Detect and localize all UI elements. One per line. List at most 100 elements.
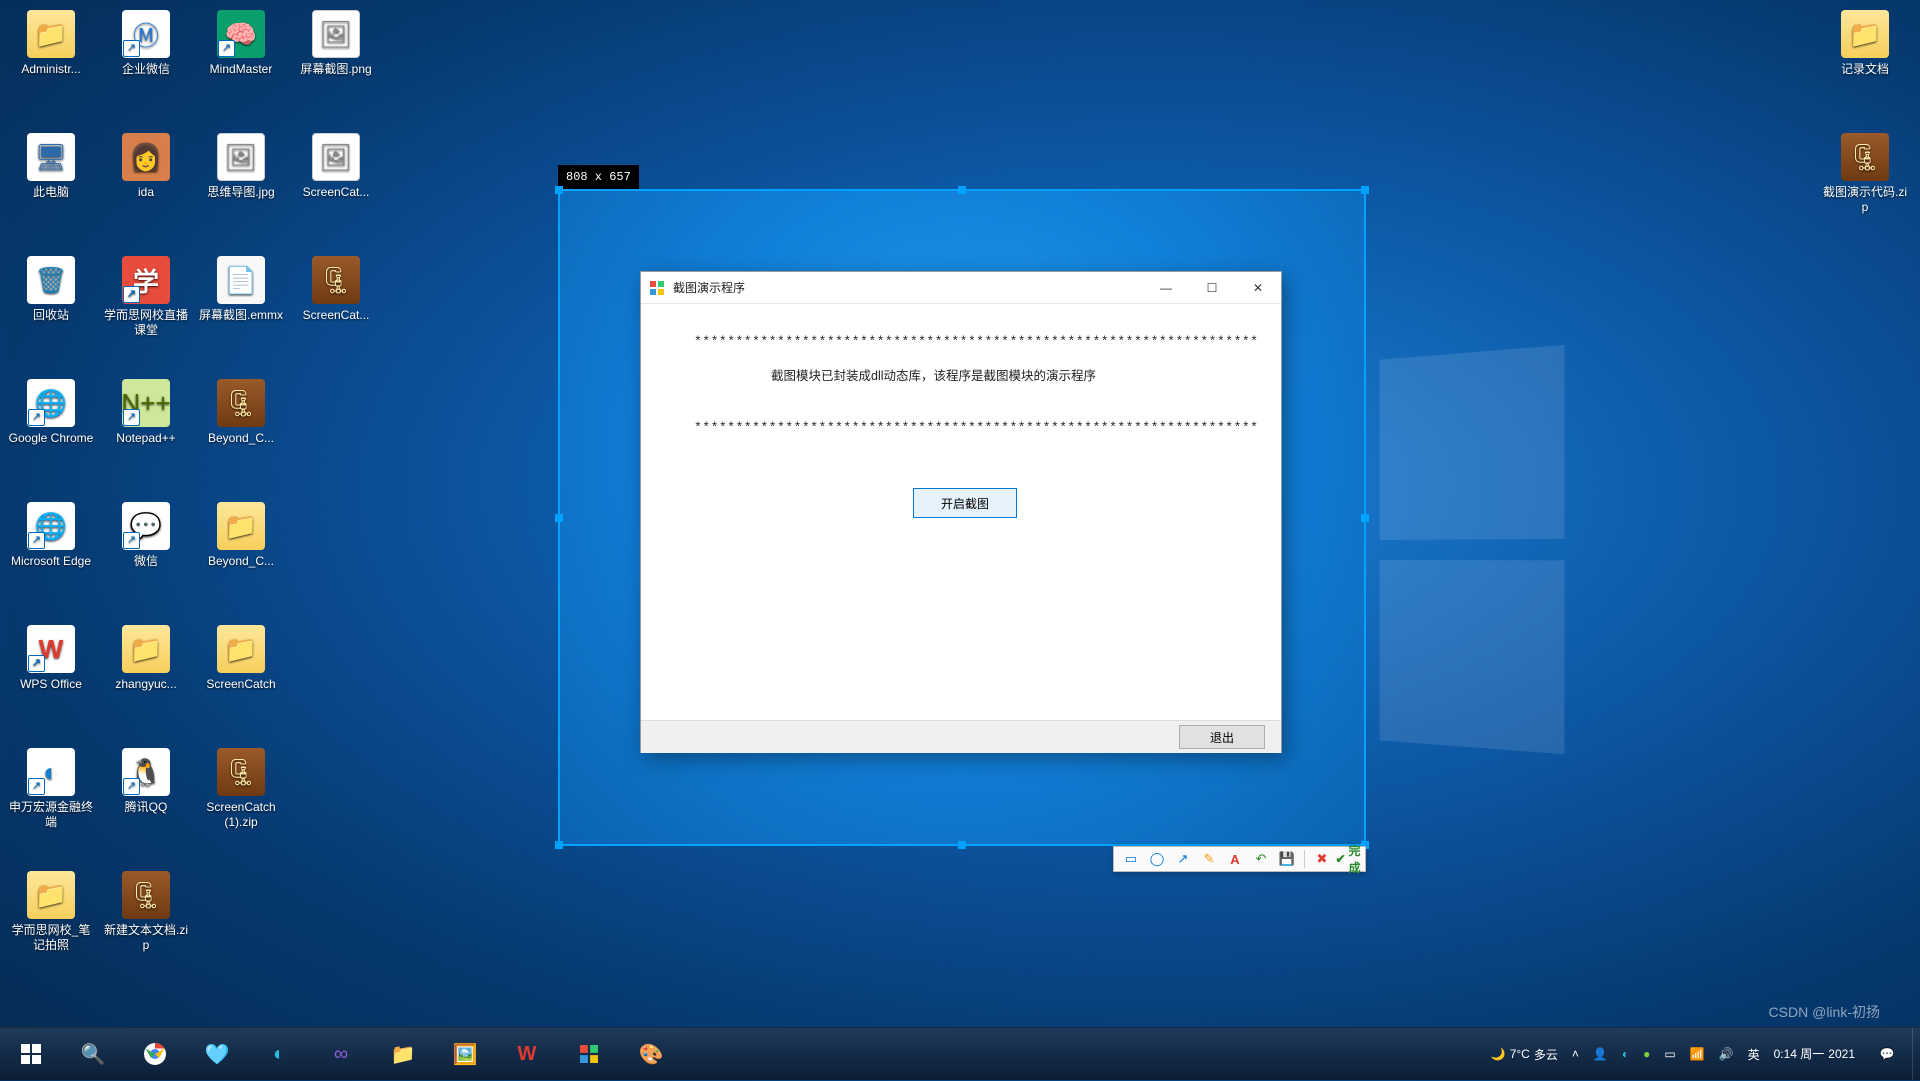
screenshot-selection[interactable]: 808 x 657 截图演示程序 — ☐ ✕ *****************…: [558, 189, 1366, 846]
system-tray: 🌙 7°C 多云 ˄ 👤 ◐ ● ▭ 📶 🔊 英 0:14 周一 2021 💬: [1484, 1028, 1920, 1080]
desktop-icon-8[interactable]: 🗑 回收站: [6, 256, 96, 323]
resize-handle-bl[interactable]: [555, 841, 563, 849]
search-button[interactable]: 🔍: [62, 1028, 124, 1081]
desktop-icon-11[interactable]: 🗜ScreenCat...: [291, 256, 381, 323]
exit-button[interactable]: 退出: [1179, 725, 1265, 749]
tool-save-icon[interactable]: 💾: [1276, 848, 1298, 870]
desktop-icon-24[interactable]: 📁学而思网校_笔记拍照: [6, 871, 96, 953]
computer-icon: 🖥: [27, 133, 75, 181]
desktop-icon-23[interactable]: 🗜ScreenCatch (1).zip: [196, 748, 286, 830]
tray-icon-1[interactable]: 👤: [1586, 1028, 1615, 1080]
desktop-icon-label: 新建文本文档.zip: [101, 923, 191, 953]
desktop-icon-label: ScreenCat...: [291, 308, 381, 323]
tool-arrow-icon[interactable]: ↗: [1172, 848, 1194, 870]
show-desktop-button[interactable]: [1912, 1028, 1920, 1080]
desktop-icon-18[interactable]: WWPS Office: [6, 625, 96, 692]
desktop-icon-label: 学而思网校_笔记拍照: [6, 923, 96, 953]
desktop-icon-19[interactable]: 📁zhangyuc...: [101, 625, 191, 692]
taskbar-wps-icon[interactable]: W: [496, 1028, 558, 1081]
screenshot-demo-window: 截图演示程序 — ☐ ✕ ***************************…: [640, 271, 1282, 753]
img-icon: 🖼: [312, 10, 360, 58]
separator-top: ****************************************…: [694, 334, 1259, 349]
folder-icon: 📁: [27, 10, 75, 58]
desktop-icon-9[interactable]: 学学而思网校直播课堂: [101, 256, 191, 338]
desktop-icon-2[interactable]: 🧠MindMaster: [196, 10, 286, 77]
resize-handle-bm[interactable]: [958, 841, 966, 849]
taskbar-screenshot-app-icon[interactable]: [558, 1028, 620, 1081]
desktop-icon-label: Beyond_C...: [196, 554, 286, 569]
desktop-icon-15[interactable]: 🌐Microsoft Edge: [6, 502, 96, 569]
wechat-icon: 💬: [122, 502, 170, 550]
desktop-icon-21[interactable]: ◐申万宏源金融终端: [6, 748, 96, 830]
tool-undo-icon[interactable]: ↶: [1250, 848, 1272, 870]
desktop-icon-27[interactable]: 🗜截图演示代码.zip: [1820, 133, 1910, 215]
desktop-icon-10[interactable]: 📄屏幕截图.emmx: [196, 256, 286, 323]
desktop-icon-label: 回收站: [6, 308, 96, 323]
taskbar: 🔍 🩵 ◐ ∞ 📁 🖼️ W 🎨 🌙 7°C 多云 ˄ 👤 ◐ ● ▭ 📶 🔊 …: [0, 1027, 1920, 1080]
action-center-button[interactable]: 💬: [1862, 1028, 1912, 1080]
desktop-icon-17[interactable]: 📁Beyond_C...: [196, 502, 286, 569]
minimize-button[interactable]: —: [1143, 272, 1189, 304]
desktop-icon-13[interactable]: N++Notepad++: [101, 379, 191, 446]
tray-ime-indicator[interactable]: 英: [1741, 1028, 1767, 1080]
desktop-icon-5[interactable]: 👩ida: [101, 133, 191, 200]
desktop-icon-22[interactable]: 🐧腾讯QQ: [101, 748, 191, 815]
folder-icon: 📁: [1841, 10, 1889, 58]
desktop-icon-7[interactable]: 🖼ScreenCat...: [291, 133, 381, 200]
tray-wifi-icon[interactable]: 📶: [1683, 1028, 1712, 1080]
tool-done-button[interactable]: ✔ 完成: [1337, 848, 1359, 870]
weather-text: 多云: [1534, 1046, 1558, 1063]
tool-ellipse-icon[interactable]: ◯: [1146, 848, 1168, 870]
taskbar-app3-icon[interactable]: 🖼️: [434, 1028, 496, 1081]
zip-icon: 🗜: [217, 379, 265, 427]
start-button[interactable]: [0, 1028, 62, 1081]
desktop-icon-14[interactable]: 🗜 Beyond_C...: [196, 379, 286, 446]
desktop-icon-4[interactable]: 🖥此电脑: [6, 133, 96, 200]
notepadpp-icon: N++: [122, 379, 170, 427]
text-icon: 📄: [217, 256, 265, 304]
recycle-icon: 🗑: [27, 256, 75, 304]
taskbar-chrome-icon[interactable]: [124, 1028, 186, 1081]
resize-handle-tm[interactable]: [958, 186, 966, 194]
xes-icon: 学: [122, 256, 170, 304]
taskbar-app2-icon[interactable]: ◐: [248, 1028, 310, 1081]
desktop-icon-label: Beyond_C...: [196, 431, 286, 446]
resize-handle-ml[interactable]: [555, 514, 563, 522]
taskbar-paint-icon[interactable]: 🎨: [620, 1028, 682, 1081]
desktop-icon-25[interactable]: 🗜新建文本文档.zip: [101, 871, 191, 953]
tray-volume-icon[interactable]: 🔊: [1712, 1028, 1741, 1080]
tool-rect-icon[interactable]: ▭: [1120, 848, 1142, 870]
resize-handle-mr[interactable]: [1361, 514, 1369, 522]
tray-icon-2[interactable]: ◐: [1615, 1028, 1636, 1080]
close-button[interactable]: ✕: [1235, 272, 1281, 304]
desktop-icon-6[interactable]: 🖼思维导图.jpg: [196, 133, 286, 200]
tray-icon-3[interactable]: ●: [1636, 1028, 1657, 1080]
tool-pen-icon[interactable]: ✎: [1198, 848, 1220, 870]
taskbar-app1-icon[interactable]: 🩵: [186, 1028, 248, 1081]
dialog-footer: 退出: [641, 720, 1281, 753]
desktop-icon-16[interactable]: 💬微信: [101, 502, 191, 569]
tool-text-icon[interactable]: A: [1224, 848, 1246, 870]
desktop-icon-20[interactable]: 📁ScreenCatch: [196, 625, 286, 692]
desktop-icon-26[interactable]: 📁记录文档: [1820, 10, 1910, 77]
taskbar-visualstudio-icon[interactable]: ∞: [310, 1028, 372, 1081]
taskbar-explorer-icon[interactable]: 📁: [372, 1028, 434, 1081]
snip-toolbar: ▭ ◯ ↗ ✎ A ↶ 💾 ✖ ✔ 完成: [1113, 846, 1366, 872]
weather-widget[interactable]: 🌙 7°C 多云: [1484, 1028, 1565, 1080]
desktop-icon-12[interactable]: 🌐Google Chrome: [6, 379, 96, 446]
desktop-icon-0[interactable]: 📁Administr...: [6, 10, 96, 77]
zip-icon: 🗜: [1841, 133, 1889, 181]
tool-cancel-icon[interactable]: ✖: [1311, 848, 1333, 870]
tray-overflow-button[interactable]: ˄: [1565, 1028, 1586, 1080]
titlebar[interactable]: 截图演示程序 — ☐ ✕: [641, 272, 1281, 304]
resize-handle-tr[interactable]: [1361, 186, 1369, 194]
start-capture-button[interactable]: 开启截图: [913, 488, 1017, 518]
desktop-icon-label: zhangyuc...: [101, 677, 191, 692]
desktop-icon-1[interactable]: Ⓜ企业微信: [101, 10, 191, 77]
tray-battery-icon[interactable]: ▭: [1657, 1028, 1682, 1080]
desktop-icon-3[interactable]: 🖼屏幕截图.png: [291, 10, 381, 77]
resize-handle-tl[interactable]: [555, 186, 563, 194]
taskbar-clock[interactable]: 0:14 周一 2021: [1767, 1028, 1862, 1080]
clock-date: 2021: [1828, 1047, 1855, 1062]
maximize-button[interactable]: ☐: [1189, 272, 1235, 304]
